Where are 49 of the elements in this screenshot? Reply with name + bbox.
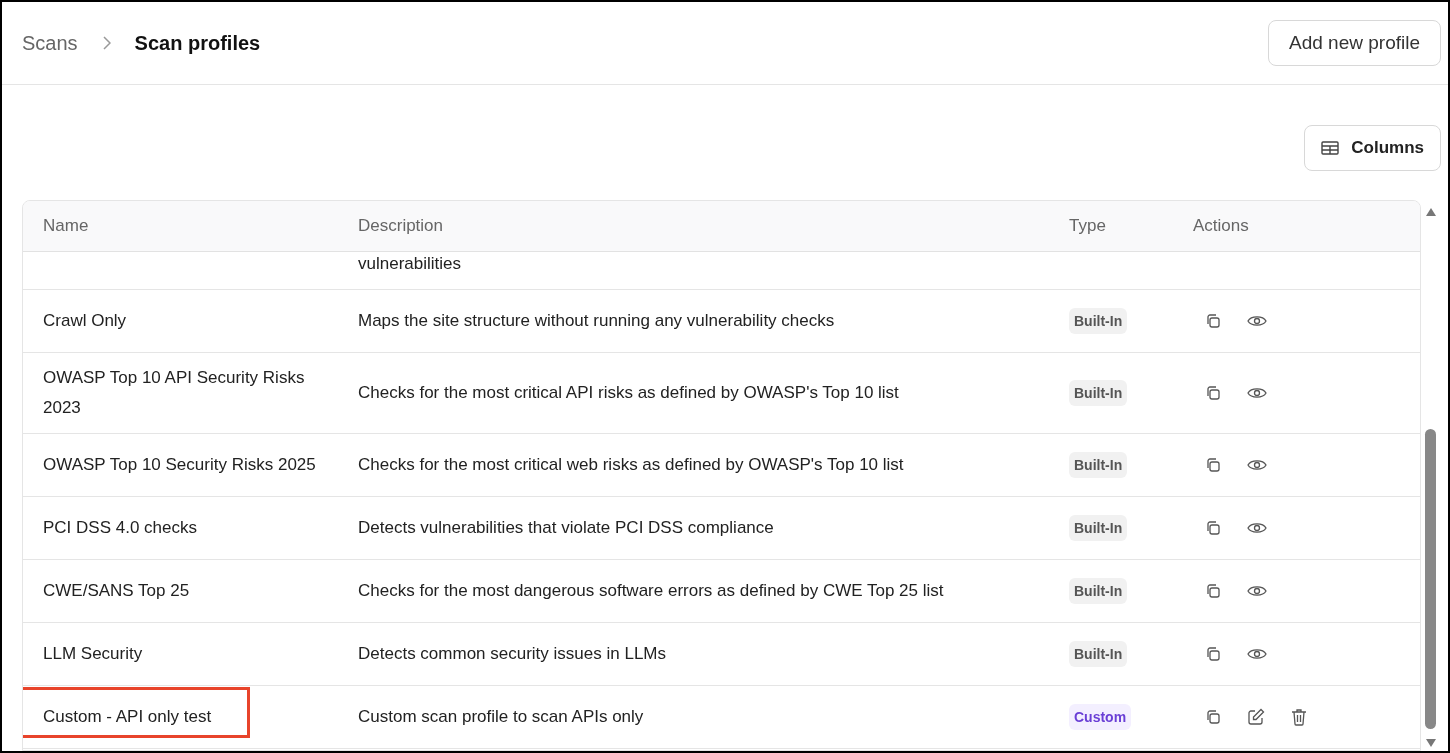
eye-icon[interactable] xyxy=(1247,521,1267,535)
column-header: Name xyxy=(42,215,90,238)
table-cell-text: Checks for the most critical web risks as defined by OWASP's Top 10 list xyxy=(358,454,905,477)
type-badge: Built-In xyxy=(1069,308,1128,335)
column-header: Type xyxy=(1069,215,1107,238)
breadcrumb-item[interactable]: Scans xyxy=(22,28,78,58)
copy-icon[interactable] xyxy=(1205,520,1221,536)
scroll-up-arrow-icon[interactable] xyxy=(1425,208,1436,216)
type-badge: Built-In xyxy=(1069,452,1128,479)
eye-icon[interactable] xyxy=(1247,314,1267,328)
type-badge: Built-In xyxy=(1069,578,1128,605)
profile-name: LLM Security xyxy=(43,643,143,665)
breadcrumb-item: Scan profiles xyxy=(134,31,261,56)
copy-icon[interactable] xyxy=(1205,709,1221,725)
eye-icon[interactable] xyxy=(1247,584,1267,598)
chevron-right-icon xyxy=(101,36,111,50)
table-cell-text: Custom scan profile to scan APIs only xyxy=(358,706,645,729)
profile-name: OWASP Top 10 Security Risks 2025 xyxy=(43,454,316,476)
table-cell-text: Checks for the most dangerous software errors as defined by CWE Top 25 list xyxy=(358,580,945,603)
table-cell-text: Detects vulnerabilities that violate PCI DSS compliance xyxy=(358,517,775,540)
eye-icon[interactable] xyxy=(1247,386,1267,400)
copy-icon[interactable] xyxy=(1205,583,1221,599)
type-badge: Built-In xyxy=(1069,515,1128,542)
type-badge: Custom xyxy=(1069,704,1132,731)
columns-button[interactable]: Columns xyxy=(1304,125,1441,171)
table-cell-text: Checks for the most critical API risks as defined by OWASP's Top 10 list xyxy=(358,382,900,405)
type-badge: Built-In xyxy=(1069,641,1128,668)
table-cell-text: vulnerabilities xyxy=(358,252,462,275)
copy-icon[interactable] xyxy=(1205,385,1221,401)
add-profile-button[interactable]: Add new profile xyxy=(1268,20,1441,66)
table-cell-text: Detects common security issues in LLMs xyxy=(358,643,667,666)
copy-icon[interactable] xyxy=(1205,646,1221,662)
copy-icon[interactable] xyxy=(1205,457,1221,473)
table-icon xyxy=(1321,141,1340,155)
trash-icon[interactable] xyxy=(1291,708,1307,726)
column-header: Description xyxy=(358,215,445,238)
eye-icon[interactable] xyxy=(1247,647,1267,661)
profile-name: Custom - API only test xyxy=(43,706,212,728)
copy-icon[interactable] xyxy=(1205,313,1221,329)
profile-name: OWASP Top 10 API Security Risks 2023 xyxy=(43,367,306,419)
type-badge: Built-In xyxy=(1069,380,1128,407)
column-header: Actions xyxy=(1193,215,1250,238)
eye-icon[interactable] xyxy=(1247,458,1267,472)
table-cell-text: Maps the site structure without running any vulnerability checks xyxy=(358,310,836,333)
profile-name: Crawl Only xyxy=(43,310,127,332)
profile-name: CWE/SANS Top 25 xyxy=(43,580,190,602)
scroll-down-arrow-icon[interactable] xyxy=(1425,739,1436,747)
profile-name: PCI DSS 4.0 checks xyxy=(43,517,197,539)
pencil-icon[interactable] xyxy=(1247,708,1265,726)
